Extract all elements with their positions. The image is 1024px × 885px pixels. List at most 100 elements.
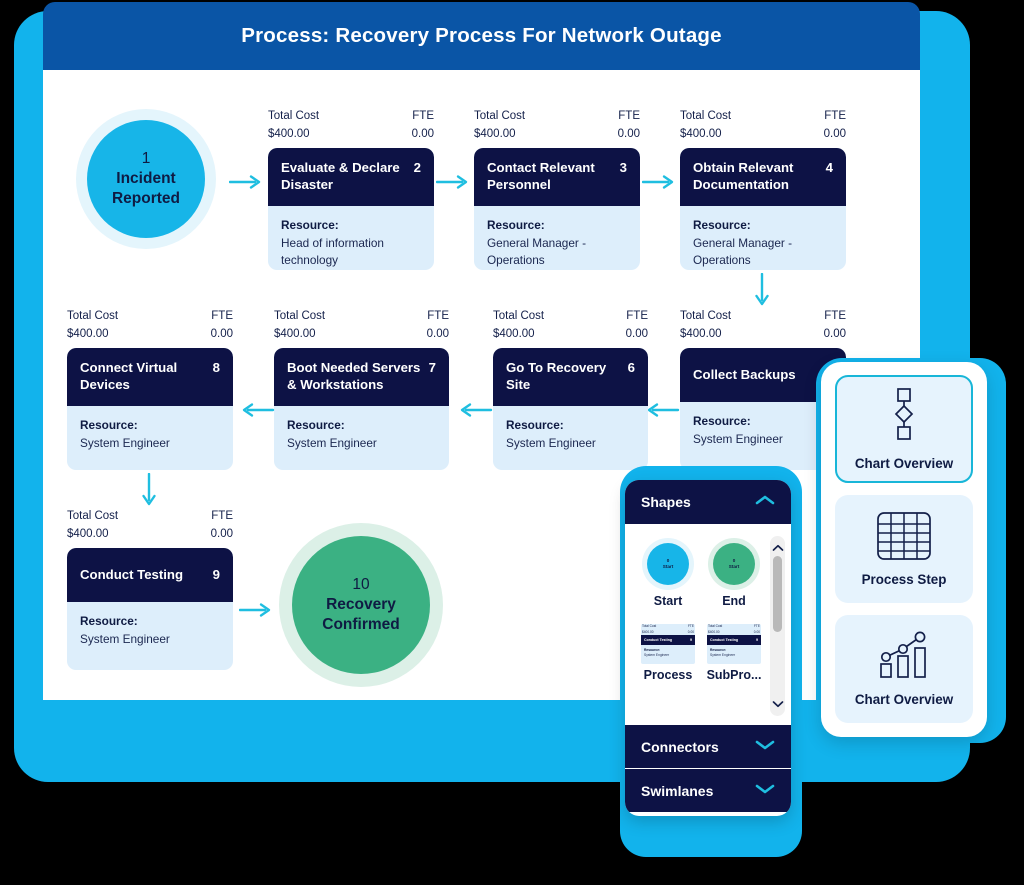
metrics-step8: Total Cost $400.00 FTE 0.00 — [67, 308, 233, 344]
card-header: Boot Needed Servers & Workstations 7 — [274, 348, 449, 406]
flow-node-end[interactable]: 10 Recovery Confirmed — [279, 523, 443, 687]
bar-line-chart-icon — [877, 631, 931, 686]
metric-cost-value: $400.00 — [474, 127, 516, 140]
tile-label: Chart Overview — [854, 456, 954, 471]
accordion-title: Shapes — [641, 494, 691, 510]
card-title: Evaluate & Declare Disaster — [281, 160, 400, 193]
shapes-list[interactable]: 0 Start Start 0 Start End Total Cost FTE… — [625, 524, 791, 724]
metric-cost-label: Total Cost — [268, 110, 320, 122]
tile-chart-overview-flowchart[interactable]: Chart Overview — [835, 375, 973, 483]
flow-node-start[interactable]: 1 Incident Reported — [76, 109, 216, 249]
card-number: 4 — [825, 160, 833, 175]
card-header: Connect Virtual Devices 8 — [67, 348, 233, 406]
card-body: Resource: Head of information technology — [268, 206, 434, 270]
shape-item-subprocess[interactable]: Total Cost FTE $400.00 0.00 Conduct Test… — [703, 624, 765, 682]
flow-card-step6[interactable]: Go To Recovery Site 6 Resource: System E… — [493, 348, 648, 470]
tile-chart-overview-bars[interactable]: Chart Overview — [835, 615, 973, 723]
scroll-down-arrow-icon[interactable] — [772, 695, 784, 713]
flow-card-step3[interactable]: Contact Relevant Personnel 3 Resource: G… — [474, 148, 640, 270]
arrow-left-step7-to-step8 — [239, 401, 275, 424]
start-node-line1: Incident — [116, 170, 176, 188]
flow-card-step7[interactable]: Boot Needed Servers & Workstations 7 Res… — [274, 348, 449, 470]
end-node-line2: Confirmed — [322, 615, 400, 633]
accordion-title: Connectors — [641, 738, 719, 755]
arrow-right-step3-to-step4 — [641, 173, 678, 196]
metric-fte-value: 0.00 — [823, 327, 846, 340]
window-title-bar: Process: Recovery Process For Network Ou… — [43, 2, 920, 70]
mini-card-title: Conduct Testing — [644, 638, 673, 643]
metric-fte-label: FTE — [618, 110, 640, 122]
shape-item-end[interactable]: 0 Start End — [703, 538, 765, 608]
chevron-up-icon[interactable] — [755, 493, 775, 511]
metric-fte-value: 0.00 — [210, 327, 233, 340]
mini-fte-label: FTE — [687, 624, 694, 628]
flowchart-icon — [883, 387, 925, 450]
card-resource-value: System Engineer — [80, 435, 170, 450]
flow-card-step4[interactable]: Obtain Relevant Documentation 4 Resource… — [680, 148, 846, 270]
card-resource-value: Head of information technology — [281, 235, 384, 267]
mini-fte-value: 0.00 — [753, 629, 760, 634]
metric-fte-label: FTE — [211, 310, 233, 322]
metric-cost-value: $400.00 — [67, 527, 109, 540]
mini-cost-value: $400.00 — [708, 629, 720, 634]
mini-cost-value: $400.00 — [642, 629, 654, 634]
scroll-up-arrow-icon[interactable] — [772, 539, 784, 557]
shapes-scrollbar[interactable] — [770, 536, 785, 716]
chevron-down-icon[interactable] — [755, 738, 775, 756]
flow-card-step2[interactable]: Evaluate & Declare Disaster 2 Resource: … — [268, 148, 434, 270]
accordion-title: Swimlanes — [641, 782, 714, 799]
end-node-line1: Recovery — [326, 596, 396, 614]
shape-label: Process — [643, 668, 693, 683]
card-title: Contact Relevant Personnel — [487, 160, 595, 193]
metric-fte-value: 0.00 — [823, 127, 846, 140]
metric-fte-value: 0.00 — [617, 127, 640, 140]
accordion-header-swimlanes[interactable]: Swimlanes — [625, 768, 791, 812]
shape-item-process[interactable]: Total Cost FTE $400.00 0.00 Conduct Test… — [637, 624, 699, 682]
mini-fte-value: 0.00 — [687, 629, 694, 634]
mini-card-number: 9 — [756, 638, 758, 643]
start-node-line2: Reported — [111, 189, 181, 207]
card-number: 7 — [428, 360, 436, 375]
metric-fte-value: 0.00 — [210, 527, 233, 540]
card-title: Collect Backups — [693, 367, 796, 382]
flow-card-step9[interactable]: Conduct Testing 9 Resource: System Engin… — [67, 548, 233, 670]
mini-resource-value: System Engineer — [644, 653, 670, 658]
metric-cost-label: Total Cost — [474, 110, 526, 122]
metric-cost-value: $400.00 — [680, 127, 722, 140]
accordion-header-shapes[interactable]: Shapes — [625, 480, 791, 524]
card-header: Obtain Relevant Documentation 4 — [680, 148, 846, 206]
metric-fte-label: FTE — [412, 110, 434, 122]
end-node-circle[interactable]: 10 Recovery Confirmed — [292, 536, 430, 674]
start-node-circle[interactable]: 1 Incident Reported — [87, 120, 205, 238]
subprocess-shape-thumbnail: Total Cost FTE $400.00 0.00 Conduct Test… — [707, 624, 761, 665]
card-number: 3 — [619, 160, 627, 175]
card-body: Resource: System Engineer — [67, 406, 233, 462]
metrics-step6: Total Cost $400.00 FTE 0.00 — [493, 308, 648, 344]
card-resource-value: System Engineer — [80, 632, 170, 647]
metric-cost-value: $400.00 — [274, 327, 316, 340]
card-number: 2 — [413, 160, 421, 175]
metric-fte-value: 0.00 — [411, 127, 434, 140]
tiles-panel[interactable]: Chart Overview Process Step Chart Overvi… — [821, 362, 987, 737]
metric-fte-label: FTE — [211, 510, 233, 522]
metric-cost-label: Total Cost — [67, 310, 119, 322]
metric-fte-label: FTE — [626, 310, 648, 322]
scrollbar-thumb[interactable] — [773, 556, 782, 632]
metric-fte-value: 0.00 — [426, 327, 449, 340]
metric-fte-label: FTE — [427, 310, 449, 322]
flow-card-step8[interactable]: Connect Virtual Devices 8 Resource: Syst… — [67, 348, 233, 470]
metrics-step7: Total Cost $400.00 FTE 0.00 — [274, 308, 449, 344]
accordion-header-connectors[interactable]: Connectors — [625, 724, 791, 768]
card-header: Go To Recovery Site 6 — [493, 348, 648, 406]
end-shape-halo: 0 Start — [708, 538, 760, 590]
tile-process-step[interactable]: Process Step — [835, 495, 973, 603]
page-title: Process: Recovery Process For Network Ou… — [241, 24, 722, 47]
shapes-panel[interactable]: Shapes 0 Start Start 0 Start End Total C… — [625, 480, 791, 816]
arrow-right-step9-to-end — [238, 601, 275, 624]
shape-item-start[interactable]: 0 Start Start — [637, 538, 699, 608]
tile-label: Process Step — [861, 572, 947, 587]
metric-cost-value: $400.00 — [67, 327, 109, 340]
card-resource-value: System Engineer — [506, 435, 596, 450]
metric-cost-value: $400.00 — [680, 327, 722, 340]
chevron-down-icon[interactable] — [755, 782, 775, 800]
